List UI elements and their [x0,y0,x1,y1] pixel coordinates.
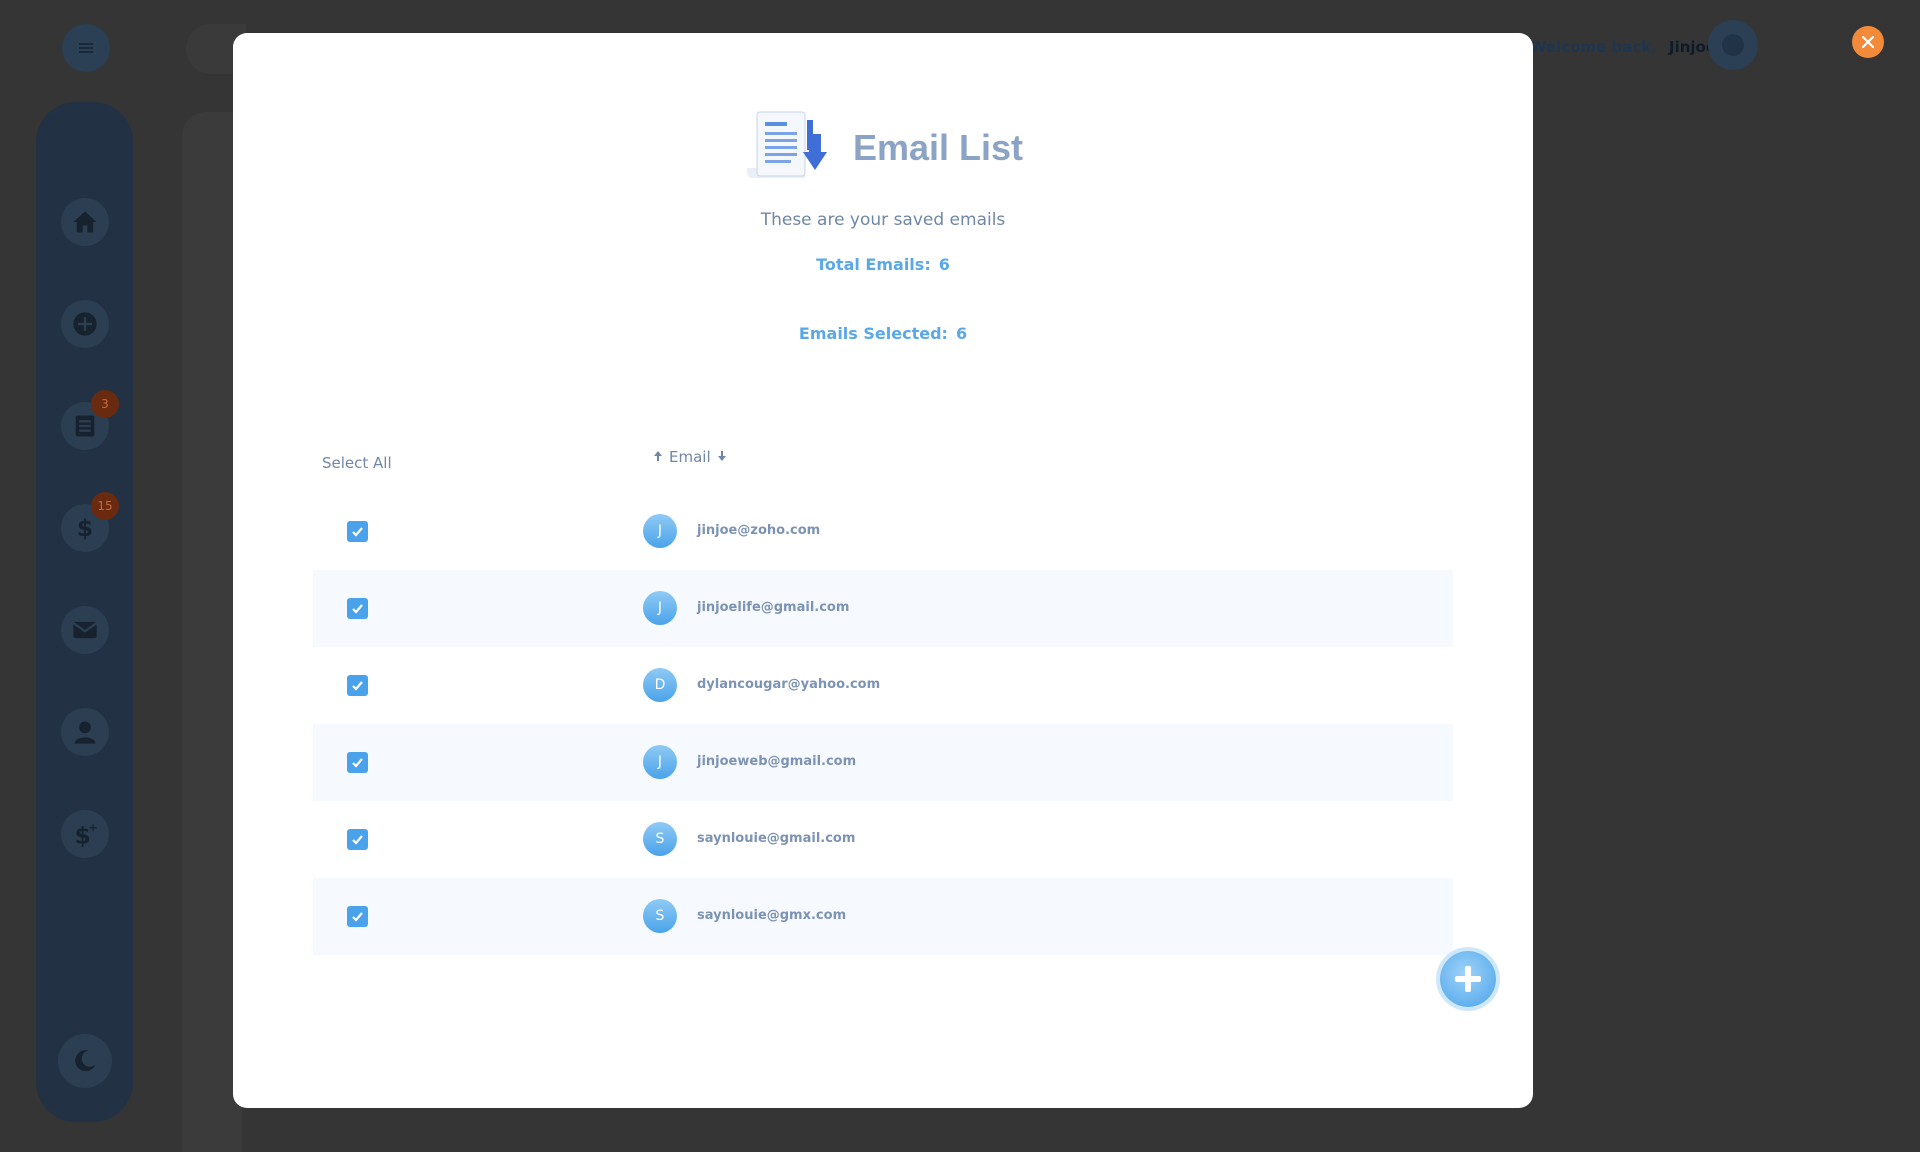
svg-text:+: + [88,821,98,835]
email-list-modal: Email List These are your saved emails T… [233,33,1533,1108]
sort-ascending-icon[interactable] [653,450,663,464]
plus-circle-icon [73,312,97,336]
table-row: S saynlouie@gmx.com [313,878,1453,955]
checkmark-icon [352,527,363,537]
home-icon [73,211,97,233]
dark-mode-toggle[interactable] [58,1034,112,1088]
menu-button[interactable] [62,24,110,72]
email-avatar: J [643,514,677,548]
email-address: jinjoeweb@gmail.com [697,754,857,769]
checkmark-icon [352,681,363,691]
email-address: saynlouie@gmx.com [697,908,847,923]
close-icon [1861,35,1875,49]
total-emails-label: Total Emails: [816,255,931,274]
sidebar-item-dollar-plus[interactable]: $ + [61,810,109,858]
checkmark-icon [352,758,363,768]
hamburger-icon [79,43,93,53]
row-checkbox[interactable] [347,906,368,927]
welcome-message: Welcome back, Jinjoe [1530,38,1716,56]
close-modal-button[interactable] [1852,26,1884,58]
total-emails-stat: Total Emails: 6 [233,255,1533,274]
table-row: D dylancougar@yahoo.com [313,647,1453,724]
checkmark-icon [352,912,363,922]
sidebar: 3 $ 15 $ + [36,102,133,1122]
list-badge: 3 [91,390,119,418]
row-checkbox[interactable] [347,675,368,696]
row-checkbox[interactable] [347,752,368,773]
email-table: Select All Email J jinjoe@zoho.com J jin… [313,438,1453,955]
table-row: S saynlouie@gmail.com [313,801,1453,878]
table-row: J jinjoelife@gmail.com [313,570,1453,647]
email-avatar: J [643,745,677,779]
avatar-icon [1722,34,1744,56]
total-emails-value: 6 [938,255,950,274]
add-email-button[interactable] [1440,951,1496,1007]
user-avatar[interactable] [1708,20,1758,70]
table-row: J jinjoe@zoho.com [313,493,1453,570]
row-checkbox[interactable] [347,598,368,619]
selected-emails-value: 6 [955,324,968,343]
list-icon [75,415,95,437]
email-address: jinjoelife@gmail.com [697,600,850,615]
email-avatar: S [643,822,677,856]
email-address: saynlouie@gmail.com [697,831,856,846]
sort-descending-icon[interactable] [717,450,727,464]
table-header: Select All Email [313,438,1453,493]
document-download-icon [746,111,827,178]
sidebar-item-add[interactable] [61,300,109,348]
modal-header: Email List These are your saved emails T… [233,108,1533,343]
row-checkbox[interactable] [347,521,368,542]
checkmark-icon [352,604,363,614]
email-address: dylancougar@yahoo.com [697,677,881,692]
sidebar-item-user[interactable] [61,708,109,756]
plus-icon [1455,966,1481,992]
modal-subtitle: These are your saved emails [760,210,1006,230]
dollar-icon: $ [77,514,93,542]
dollar-plus-icon: $+ [75,821,99,848]
email-column-header: Email [653,448,727,466]
modal-title: Email List [852,127,1024,168]
email-column-label: Email [669,448,711,466]
dollar-badge: 15 [91,492,119,520]
moon-icon [75,1050,96,1072]
user-icon [74,721,96,744]
selected-emails-label: Emails Selected: [798,324,948,343]
mail-icon [72,621,98,639]
checkmark-icon [352,835,363,845]
svg-text:$: $ [77,514,93,542]
row-checkbox[interactable] [347,829,368,850]
welcome-text: Welcome back, [1530,38,1657,56]
sidebar-item-list[interactable]: 3 [61,390,119,450]
selected-emails-stat: Emails Selected: 6 [233,324,1533,343]
email-avatar: J [643,591,677,625]
sidebar-item-mail[interactable] [61,606,109,654]
sidebar-item-home[interactable] [61,198,109,246]
email-address: jinjoe@zoho.com [697,523,821,538]
email-avatar: S [643,899,677,933]
email-avatar: D [643,668,677,702]
select-all-button[interactable]: Select All [322,454,392,472]
sidebar-item-dollar[interactable]: $ 15 [61,492,119,552]
table-row: J jinjoeweb@gmail.com [313,724,1453,801]
